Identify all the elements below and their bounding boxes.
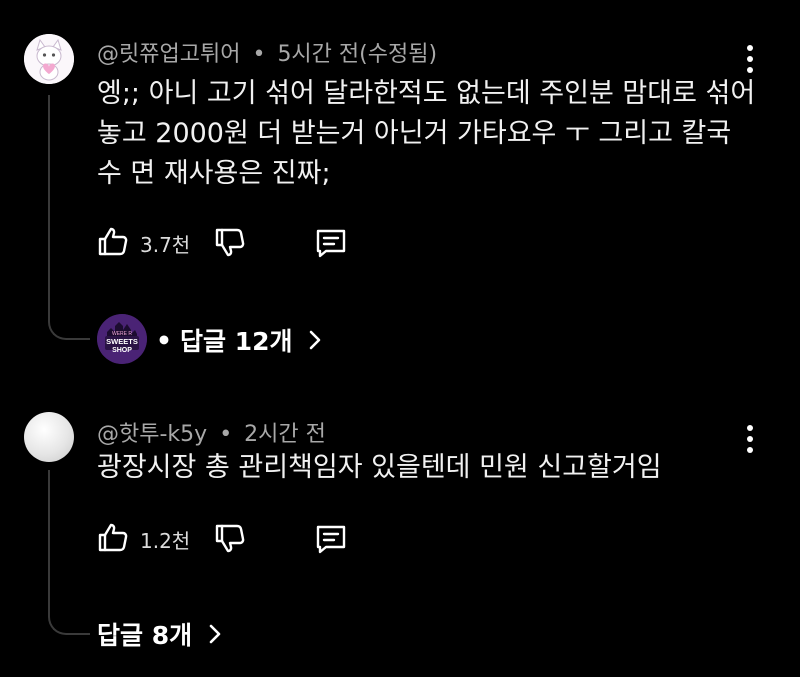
chevron-right-icon (209, 624, 221, 644)
more-vertical-icon[interactable] (746, 425, 754, 453)
like-count: 1.2천 (140, 529, 191, 553)
like-button[interactable] (97, 225, 129, 257)
thumbs-up-icon (98, 523, 128, 552)
reply-avatar-text-2: SWEETS (106, 337, 138, 346)
reply-icon (316, 229, 346, 258)
reply-avatar-text-3: SHOP (112, 347, 132, 354)
avatar-default[interactable] (24, 412, 74, 462)
thread-line (48, 95, 90, 340)
reply-button[interactable] (314, 522, 348, 556)
comment-text-line: 놓고 2000원 더 받는거 아닌거 가타요우 ㅜ 그리고 칼국 (97, 118, 732, 149)
dislike-button[interactable] (214, 227, 246, 259)
comment-time: 2시간 전 (244, 422, 326, 447)
thumbs-up-icon (98, 227, 128, 256)
like-count: 3.7천 (140, 233, 191, 257)
replies-toggle[interactable]: 답글 8개 (97, 618, 226, 650)
reply-icon (316, 525, 346, 554)
dislike-button[interactable] (214, 523, 246, 555)
meta-separator: • (219, 422, 233, 447)
comment-text-line: 광장시장 총 관리책임자 있을텐데 민원 신고할거임 (97, 452, 662, 483)
reply-avatar[interactable]: WERE R SWEETS SHOP (97, 314, 147, 364)
reply-button[interactable] (314, 226, 348, 260)
comment-meta: @릿쮸업고튀어 • 5시간 전(수정됨) (97, 36, 437, 68)
like-button[interactable] (97, 521, 129, 553)
comment-author[interactable]: @핫투-k5y (97, 422, 207, 447)
replies-label: 답글 12개 (179, 327, 293, 356)
comment-text-line: 수 면 재사용은 진짜; (97, 158, 331, 189)
comment-text-line: 엥;; 아니 고기 섞어 달라한적도 없는데 주인분 맘대로 섞어 (97, 78, 756, 109)
comment-author[interactable]: @릿쮸업고튀어 (97, 42, 240, 67)
replies-separator: • (156, 325, 172, 355)
meta-separator: • (252, 42, 266, 67)
more-vertical-icon[interactable] (746, 45, 754, 73)
replies-label: 답글 8개 (97, 621, 193, 650)
comment-text: 광장시장 총 관리책임자 있을텐데 민원 신고할거임 (97, 448, 662, 488)
thumbs-down-icon (215, 524, 245, 553)
avatar-cat[interactable] (24, 34, 74, 84)
chevron-right-icon (310, 330, 321, 350)
thumbs-down-icon (215, 228, 245, 257)
thread-line (48, 470, 90, 635)
comment-meta: @핫투-k5y • 2시간 전 (97, 416, 326, 448)
comment-text: 엥;; 아니 고기 섞어 달라한적도 없는데 주인분 맘대로 섞어 놓고 200… (97, 74, 755, 194)
replies-toggle[interactable]: • 답글 12개 (156, 324, 326, 356)
comment-time: 5시간 전(수정됨) (277, 42, 438, 67)
